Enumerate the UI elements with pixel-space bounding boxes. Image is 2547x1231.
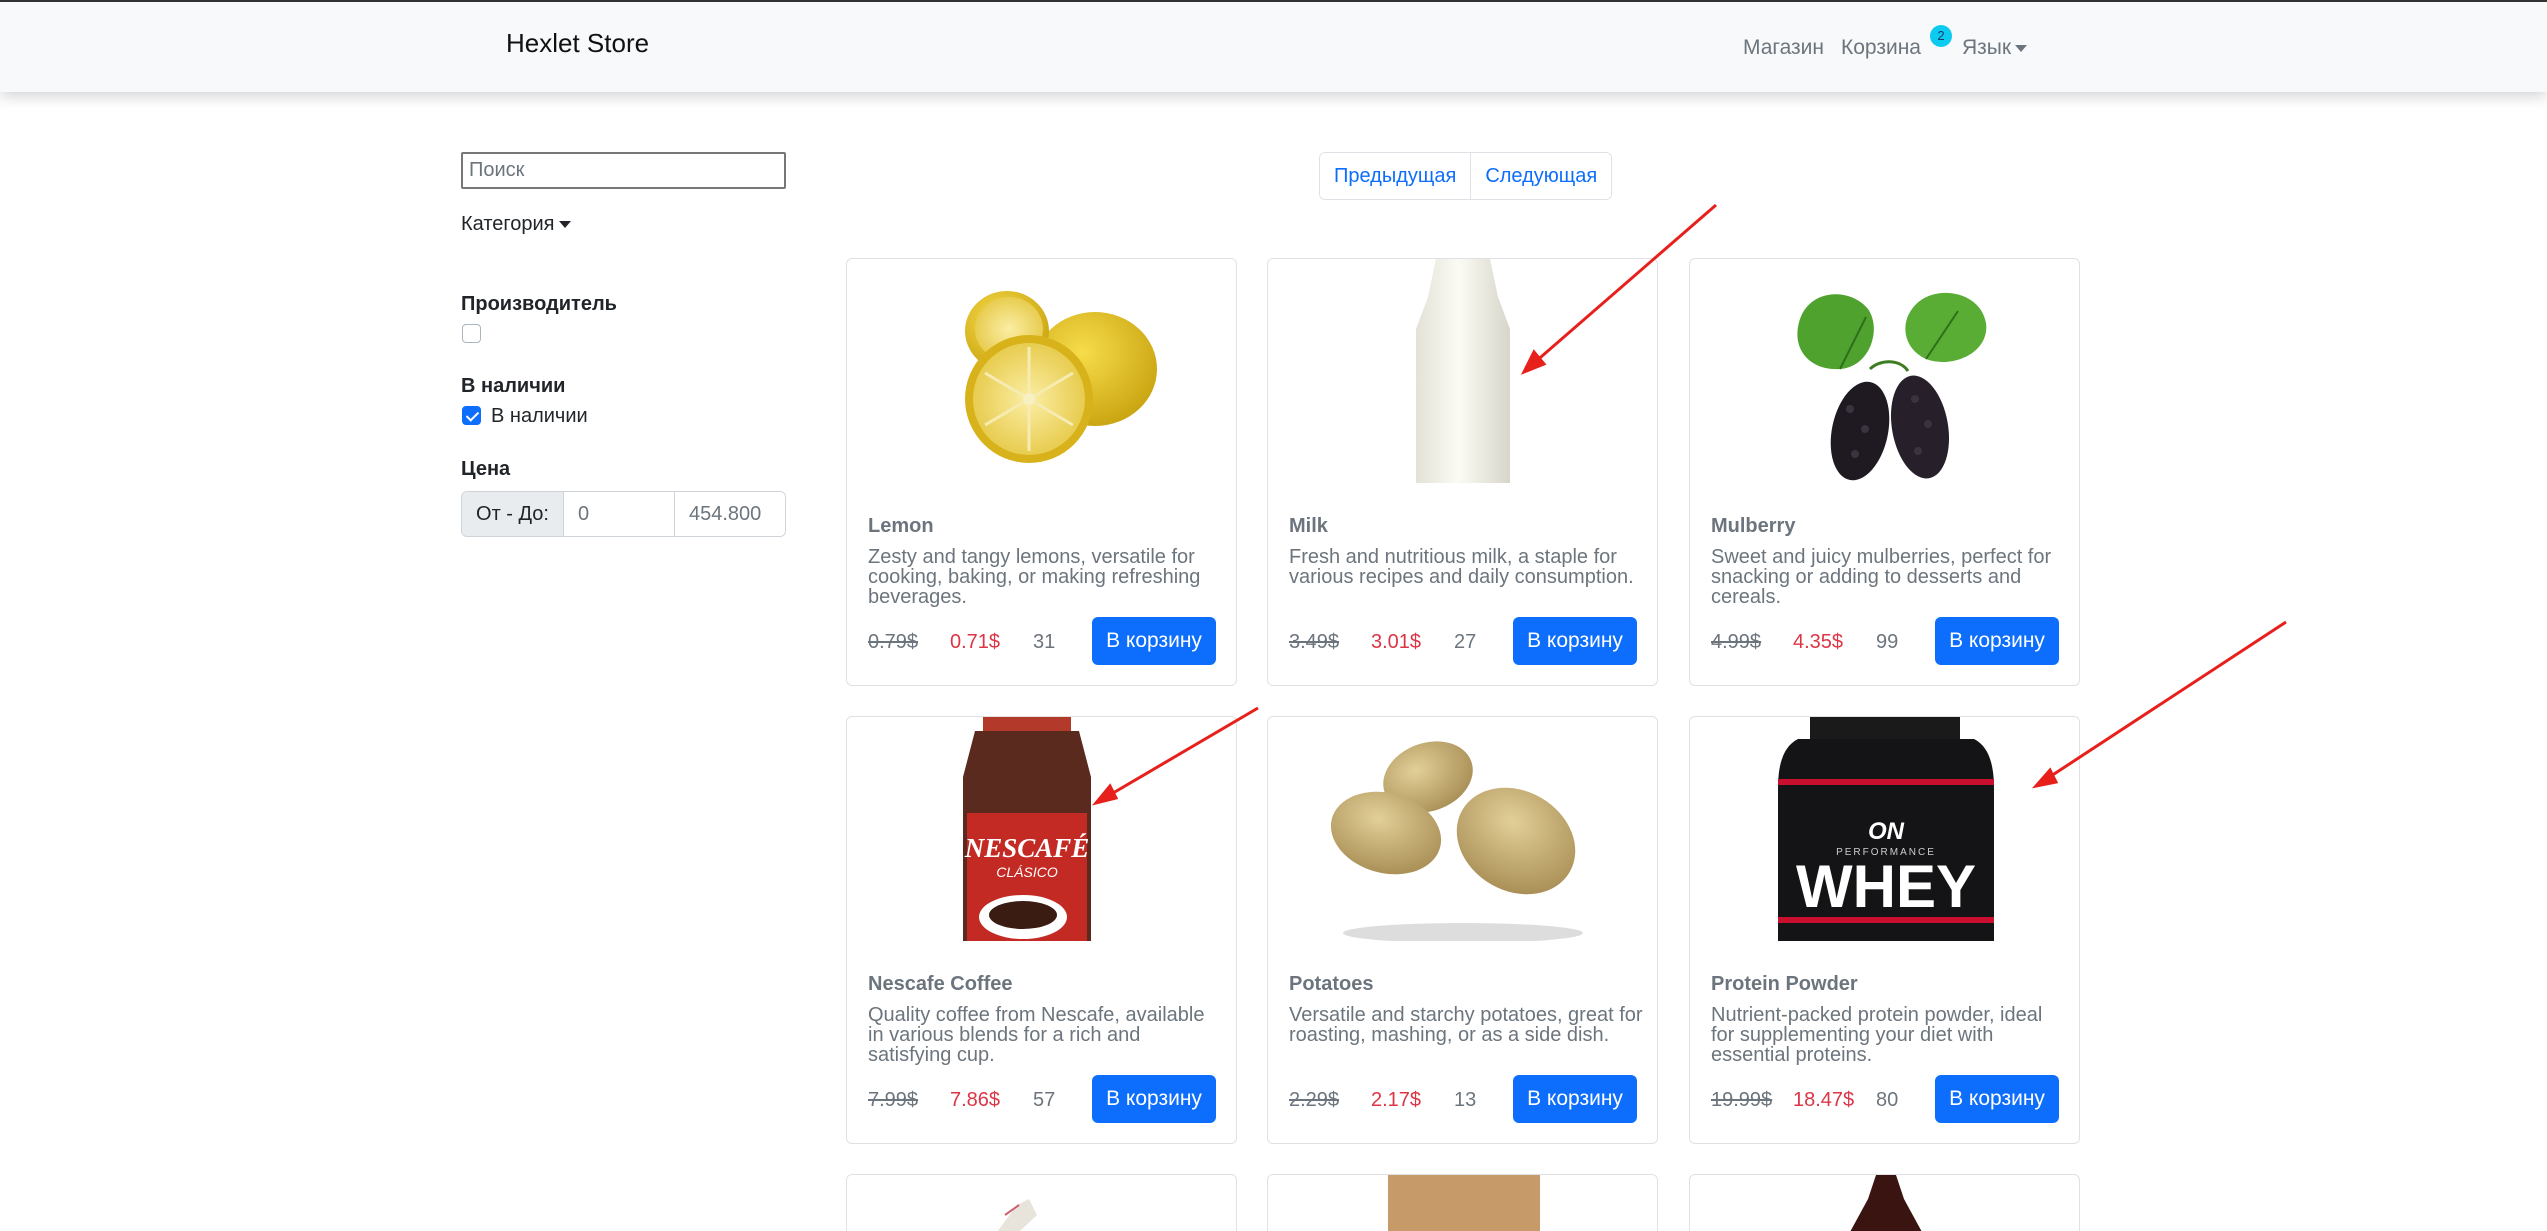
- product-name: Nescafe Coffee: [868, 973, 1013, 995]
- sale-price: 18.47$: [1793, 1089, 1855, 1111]
- stock-count: 80: [1876, 1089, 1899, 1111]
- old-price: 0.79$: [868, 631, 919, 653]
- product-card: NESCAFÉ CLÁSICO Nescafe Coffee Quality c…: [846, 716, 1237, 1144]
- manufacturer-checkbox[interactable]: [462, 324, 481, 343]
- product-name: Potatoes: [1289, 973, 1374, 995]
- stock-count: 31: [1033, 631, 1056, 653]
- sale-price: 3.01$: [1371, 631, 1422, 653]
- add-to-cart-button[interactable]: В корзину: [1513, 617, 1637, 665]
- product-card: Milk Fresh and nutritious milk, a staple…: [1267, 258, 1658, 686]
- price-range-label: От - До:: [462, 492, 564, 536]
- brand-logo[interactable]: Hexlet Store: [506, 28, 649, 59]
- language-label: Язык: [1962, 36, 2012, 59]
- category-dropdown[interactable]: Категория: [461, 213, 571, 236]
- old-price: 19.99$: [1711, 1089, 1773, 1111]
- old-price: 2.29$: [1289, 1089, 1340, 1111]
- sale-price: 7.86$: [950, 1089, 1001, 1111]
- product-name: Milk: [1289, 515, 1328, 537]
- product-image-mulberry: [1690, 259, 2079, 483]
- prev-page-button[interactable]: Предыдущая: [1320, 153, 1471, 199]
- manufacturer-title: Производитель: [461, 293, 617, 315]
- in-stock-checkbox[interactable]: [462, 406, 481, 425]
- stock-count: 13: [1454, 1089, 1477, 1111]
- chevron-down-icon: [2015, 44, 2028, 52]
- product-image-potatoes: [1268, 717, 1657, 941]
- product-description: Versatile and starchy potatoes, great fo…: [1289, 1004, 1643, 1046]
- old-price: 3.49$: [1289, 631, 1340, 653]
- product-description: Zesty and tangy lemons, versatile for co…: [868, 546, 1201, 608]
- sale-price: 2.17$: [1371, 1089, 1422, 1111]
- price-title: Цена: [461, 458, 511, 480]
- stock-count: 57: [1033, 1089, 1056, 1111]
- protein-logo-text: ON: [1868, 818, 1905, 845]
- category-label: Категория: [461, 213, 555, 235]
- product-name: Lemon: [868, 515, 934, 537]
- nav-shop-link[interactable]: Магазин: [1743, 36, 1824, 60]
- add-to-cart-button[interactable]: В корзину: [1935, 1075, 2059, 1123]
- protein-product-text: WHEY: [1796, 853, 1976, 920]
- next-page-button[interactable]: Следующая: [1470, 153, 1612, 199]
- add-to-cart-button[interactable]: В корзину: [1092, 617, 1216, 665]
- add-to-cart-button[interactable]: В корзину: [1513, 1075, 1637, 1123]
- product-card: Mulberry Sweet and juicy mulberries, per…: [1689, 258, 2080, 686]
- product-image-partial: [997, 1199, 1037, 1231]
- product-image-partial: [1388, 1175, 1540, 1231]
- product-name: Protein Powder: [1711, 973, 1858, 995]
- product-description: Sweet and juicy mulberries, perfect for …: [1711, 546, 2052, 608]
- product-image-partial: [1850, 1175, 1922, 1231]
- product-card: Potatoes Versatile and starchy potatoes,…: [1267, 716, 1658, 1144]
- cart-count-badge: 2: [1930, 25, 1952, 47]
- chevron-down-icon: [558, 221, 571, 229]
- add-to-cart-button[interactable]: В корзину: [1935, 617, 2059, 665]
- coffee-variant-text: CLÁSICO: [996, 864, 1058, 880]
- product-description: Fresh and nutritious milk, a staple for …: [1289, 546, 1634, 588]
- old-price: 7.99$: [868, 1089, 919, 1111]
- product-description: Quality coffee from Nescafe, available i…: [868, 1004, 1205, 1066]
- search-input[interactable]: [461, 152, 786, 189]
- stock-count: 99: [1876, 631, 1899, 653]
- price-range-group: От - До:: [461, 491, 786, 537]
- product-image-protein: ON PERFORMANCE WHEY: [1690, 717, 2079, 941]
- price-from-input[interactable]: [564, 492, 675, 536]
- in-stock-title: В наличии: [461, 375, 566, 397]
- product-image-milk: [1268, 259, 1657, 483]
- sale-price: 0.71$: [950, 631, 1001, 653]
- product-card-partial: [846, 1174, 1237, 1231]
- navbar: Hexlet Store Магазин Корзина 2 Язык: [0, 0, 2547, 92]
- product-card-partial: [1689, 1174, 2080, 1231]
- product-card: Lemon Zesty and tangy lemons, versatile …: [846, 258, 1237, 686]
- language-dropdown[interactable]: Язык: [1962, 36, 2028, 60]
- old-price: 4.99$: [1711, 631, 1762, 653]
- product-image-lemon: [847, 259, 1236, 483]
- pagination: Предыдущая Следующая: [1319, 152, 1613, 200]
- product-image-coffee: NESCAFÉ CLÁSICO: [847, 717, 1236, 941]
- coffee-brand-text: NESCAFÉ: [964, 833, 1090, 863]
- product-name: Mulberry: [1711, 515, 1796, 537]
- in-stock-label: В наличии: [491, 405, 588, 427]
- nav-cart-link[interactable]: Корзина: [1841, 36, 1921, 60]
- product-card-partial: [1267, 1174, 1658, 1231]
- product-card: ON PERFORMANCE WHEY Protein Powder Nutri…: [1689, 716, 2080, 1144]
- stock-count: 27: [1454, 631, 1477, 653]
- sale-price: 4.35$: [1793, 631, 1844, 653]
- price-to-input[interactable]: [675, 492, 785, 536]
- add-to-cart-button[interactable]: В корзину: [1092, 1075, 1216, 1123]
- product-description: Nutrient-packed protein powder, ideal fo…: [1711, 1004, 2043, 1066]
